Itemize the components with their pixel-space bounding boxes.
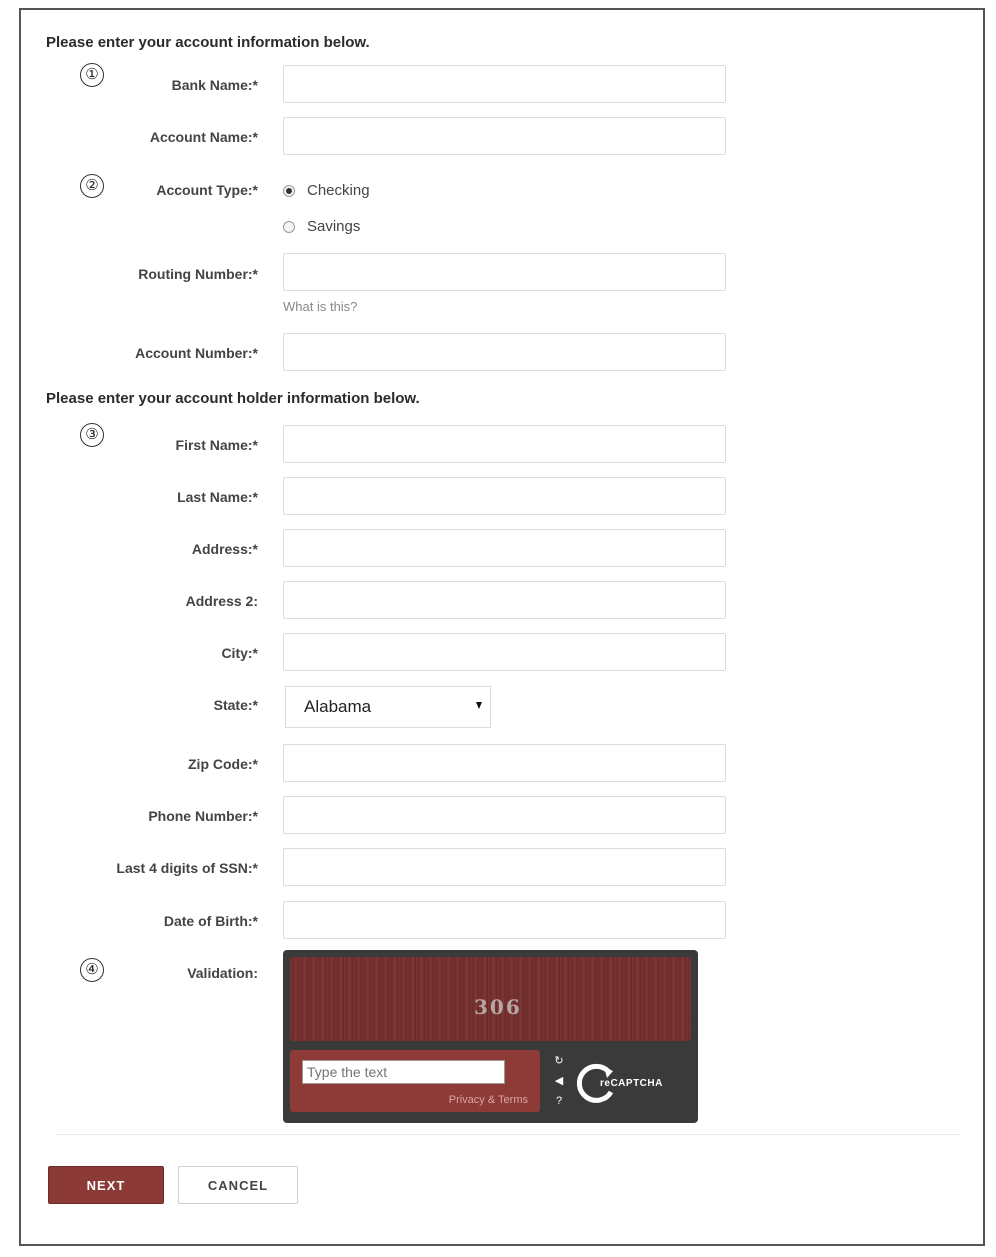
phone-number-input[interactable] (283, 796, 726, 834)
state-select[interactable]: Alabama (285, 686, 491, 728)
step-3-marker: ③ (80, 423, 104, 447)
captcha-image: 306 (290, 957, 691, 1041)
city-input[interactable] (283, 633, 726, 671)
refresh-icon[interactable]: ↻ (554, 1056, 563, 1067)
radio-savings-icon[interactable] (283, 220, 295, 233)
bank-name-label: Bank Name:* (171, 77, 258, 93)
last-name-input[interactable] (283, 477, 726, 515)
footer-divider (55, 1134, 960, 1135)
address2-input[interactable] (283, 581, 726, 619)
captcha-answer-panel: Privacy & Terms (290, 1050, 540, 1112)
account-name-label: Account Name:* (149, 129, 258, 145)
account-number-label: Account Number:* (135, 345, 258, 361)
next-button[interactable]: NEXT (48, 1166, 164, 1204)
phone-number-label: Phone Number:* (148, 808, 258, 824)
captcha-word: 306 (474, 995, 522, 1019)
zip-code-input[interactable] (283, 744, 726, 782)
radio-checking-icon[interactable] (283, 184, 295, 197)
account-info-heading: Please enter your account information be… (46, 34, 370, 51)
state-label: State:* (213, 697, 258, 713)
account-type-label: Account Type:* (156, 182, 258, 198)
help-icon[interactable]: ? (556, 1096, 562, 1107)
routing-help-link[interactable]: What is this? (283, 299, 357, 314)
captcha-controls: ↻ ◀ ? (551, 1056, 567, 1107)
validation-label: Validation: (187, 965, 258, 981)
ssn-input[interactable] (283, 848, 726, 886)
radio-savings-label: Savings (307, 218, 361, 235)
routing-number-input[interactable] (283, 253, 726, 291)
address-input[interactable] (283, 529, 726, 567)
account-number-input[interactable] (283, 333, 726, 371)
holder-info-heading: Please enter your account holder informa… (46, 390, 420, 407)
radio-checking[interactable]: Checking (283, 182, 370, 199)
date-of-birth-input[interactable] (283, 901, 726, 939)
first-name-label: First Name:* (175, 437, 258, 453)
dropdown-arrow-icon (476, 702, 482, 709)
step-1-marker: ① (80, 63, 104, 87)
account-name-input[interactable] (283, 117, 726, 155)
last-name-label: Last Name:* (177, 489, 258, 505)
recaptcha-brand: reCAPTCHA (600, 1078, 663, 1089)
step-2-marker: ② (80, 174, 104, 198)
date-of-birth-label: Date of Birth:* (163, 913, 258, 929)
audio-icon[interactable]: ◀ (555, 1076, 563, 1087)
recaptcha-widget: 306 Privacy & Terms ↻ ◀ ? reCAPTCHA (283, 950, 698, 1123)
state-select-value: Alabama (304, 697, 372, 716)
address2-label: Address 2: (185, 593, 258, 609)
cancel-button[interactable]: CANCEL (178, 1166, 298, 1204)
zip-code-label: Zip Code:* (188, 756, 258, 772)
address-label: Address:* (191, 541, 258, 557)
radio-checking-label: Checking (307, 182, 370, 199)
captcha-privacy-terms-link[interactable]: Privacy & Terms (449, 1094, 528, 1106)
first-name-input[interactable] (283, 425, 726, 463)
ssn-label: Last 4 digits of SSN:* (116, 860, 258, 876)
routing-number-label: Routing Number:* (138, 266, 258, 282)
bank-name-input[interactable] (283, 65, 726, 103)
captcha-response-input[interactable] (302, 1060, 505, 1084)
step-4-marker: ④ (80, 958, 104, 982)
radio-savings[interactable]: Savings (283, 218, 360, 235)
city-label: City:* (221, 645, 258, 661)
